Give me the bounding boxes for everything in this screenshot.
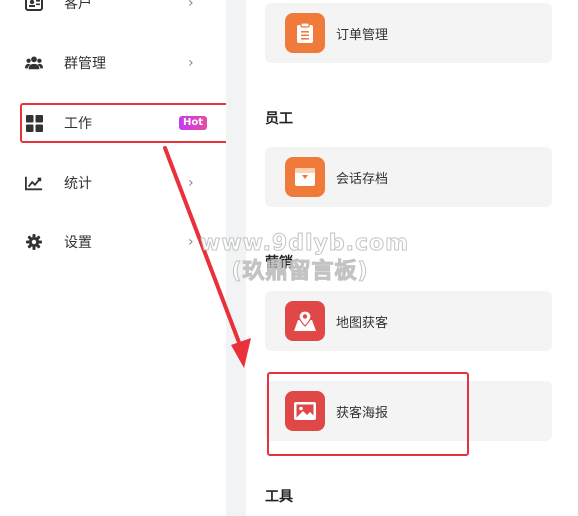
watermark: www.9dlyb.com (玖鼎留言板) — [200, 230, 410, 286]
watermark-site-name: (玖鼎留言板) — [231, 259, 369, 285]
watermark-url: www.9dlyb.com — [200, 231, 410, 257]
